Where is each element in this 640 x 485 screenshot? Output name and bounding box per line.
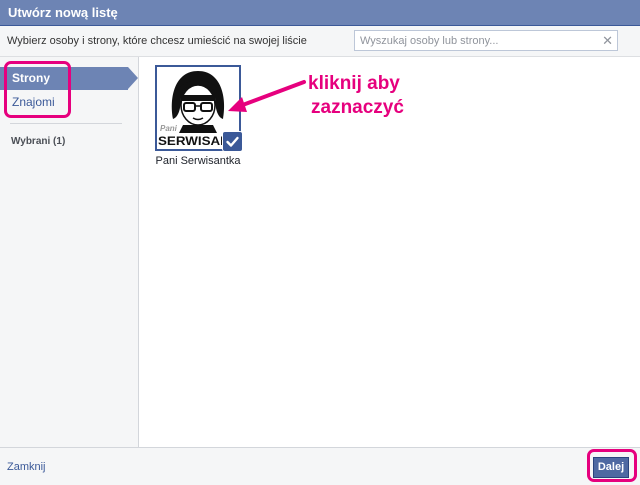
search-bar: Wybierz osoby i strony, które chcesz umi…: [0, 26, 640, 57]
search-input[interactable]: [355, 31, 600, 50]
selected-count-label[interactable]: Wybrani (1): [11, 136, 65, 147]
sidebar: Strony Znajomi Wybrani (1): [0, 57, 139, 447]
page-name-text: Pani Serwisantka: [155, 155, 241, 167]
sidebar-item-znajomi[interactable]: Znajomi: [0, 91, 128, 114]
page-name[interactable]: Pani Serwisantka: [148, 155, 248, 168]
instruction-text: Wybierz osoby i strony, które chcesz umi…: [7, 35, 307, 47]
dialog-title: Utwórz nową listę: [8, 5, 118, 20]
dialog-header: Utwórz nową listę: [0, 0, 640, 26]
sidebar-item-strony[interactable]: Strony: [0, 67, 128, 90]
sidebar-divider: [10, 123, 122, 124]
sidebar-item-label: Znajomi: [12, 95, 55, 109]
active-item-arrow: [128, 67, 150, 89]
clear-icon[interactable]: ✕: [602, 32, 613, 50]
close-link[interactable]: Zamknij: [7, 461, 46, 473]
dialog-footer: Zamknij Dalej: [0, 447, 640, 485]
search-box: ✕: [354, 30, 618, 51]
annotation-line-2: zaznaczyć: [311, 97, 404, 118]
logo-word-small: Pani: [160, 124, 178, 133]
annotation-arrow-icon: [228, 80, 306, 112]
selected-check-icon[interactable]: [222, 131, 243, 152]
annotation-line-1: kliknij aby: [308, 73, 400, 94]
next-button[interactable]: Dalej: [593, 457, 629, 478]
sidebar-item-label: Strony: [12, 71, 51, 85]
